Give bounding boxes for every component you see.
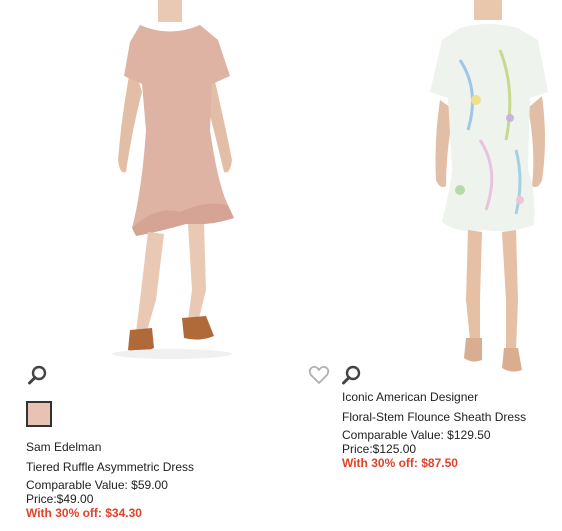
sale-price: With 30% off: $34.30: [26, 506, 142, 520]
search-icon[interactable]: [27, 364, 49, 386]
product-card: Iconic American Designer Floral-Stem Flo…: [300, 0, 562, 531]
comparable-value: Comparable Value: $129.50: [342, 428, 491, 442]
product-name[interactable]: Tiered Ruffle Asymmetric Dress: [26, 460, 194, 474]
search-icon[interactable]: [341, 364, 363, 386]
product-price: Price:$125.00: [342, 442, 417, 456]
product-card: Sam Edelman Tiered Ruffle Asymmetric Dre…: [0, 0, 300, 531]
product-image[interactable]: [420, 0, 560, 390]
color-swatch-blush[interactable]: [26, 401, 52, 427]
product-brand[interactable]: Sam Edelman: [26, 440, 101, 454]
dress-model-image: [112, 0, 234, 359]
sale-price: With 30% off: $87.50: [342, 456, 458, 470]
product-brand[interactable]: Iconic American Designer: [342, 390, 478, 404]
product-price: Price:$49.00: [26, 492, 94, 506]
product-name[interactable]: Floral-Stem Flounce Sheath Dress: [342, 410, 526, 424]
dress-model-image: [430, 0, 548, 372]
product-image[interactable]: [60, 0, 280, 360]
heart-icon[interactable]: [308, 364, 330, 386]
comparable-value: Comparable Value: $59.00: [26, 478, 168, 492]
